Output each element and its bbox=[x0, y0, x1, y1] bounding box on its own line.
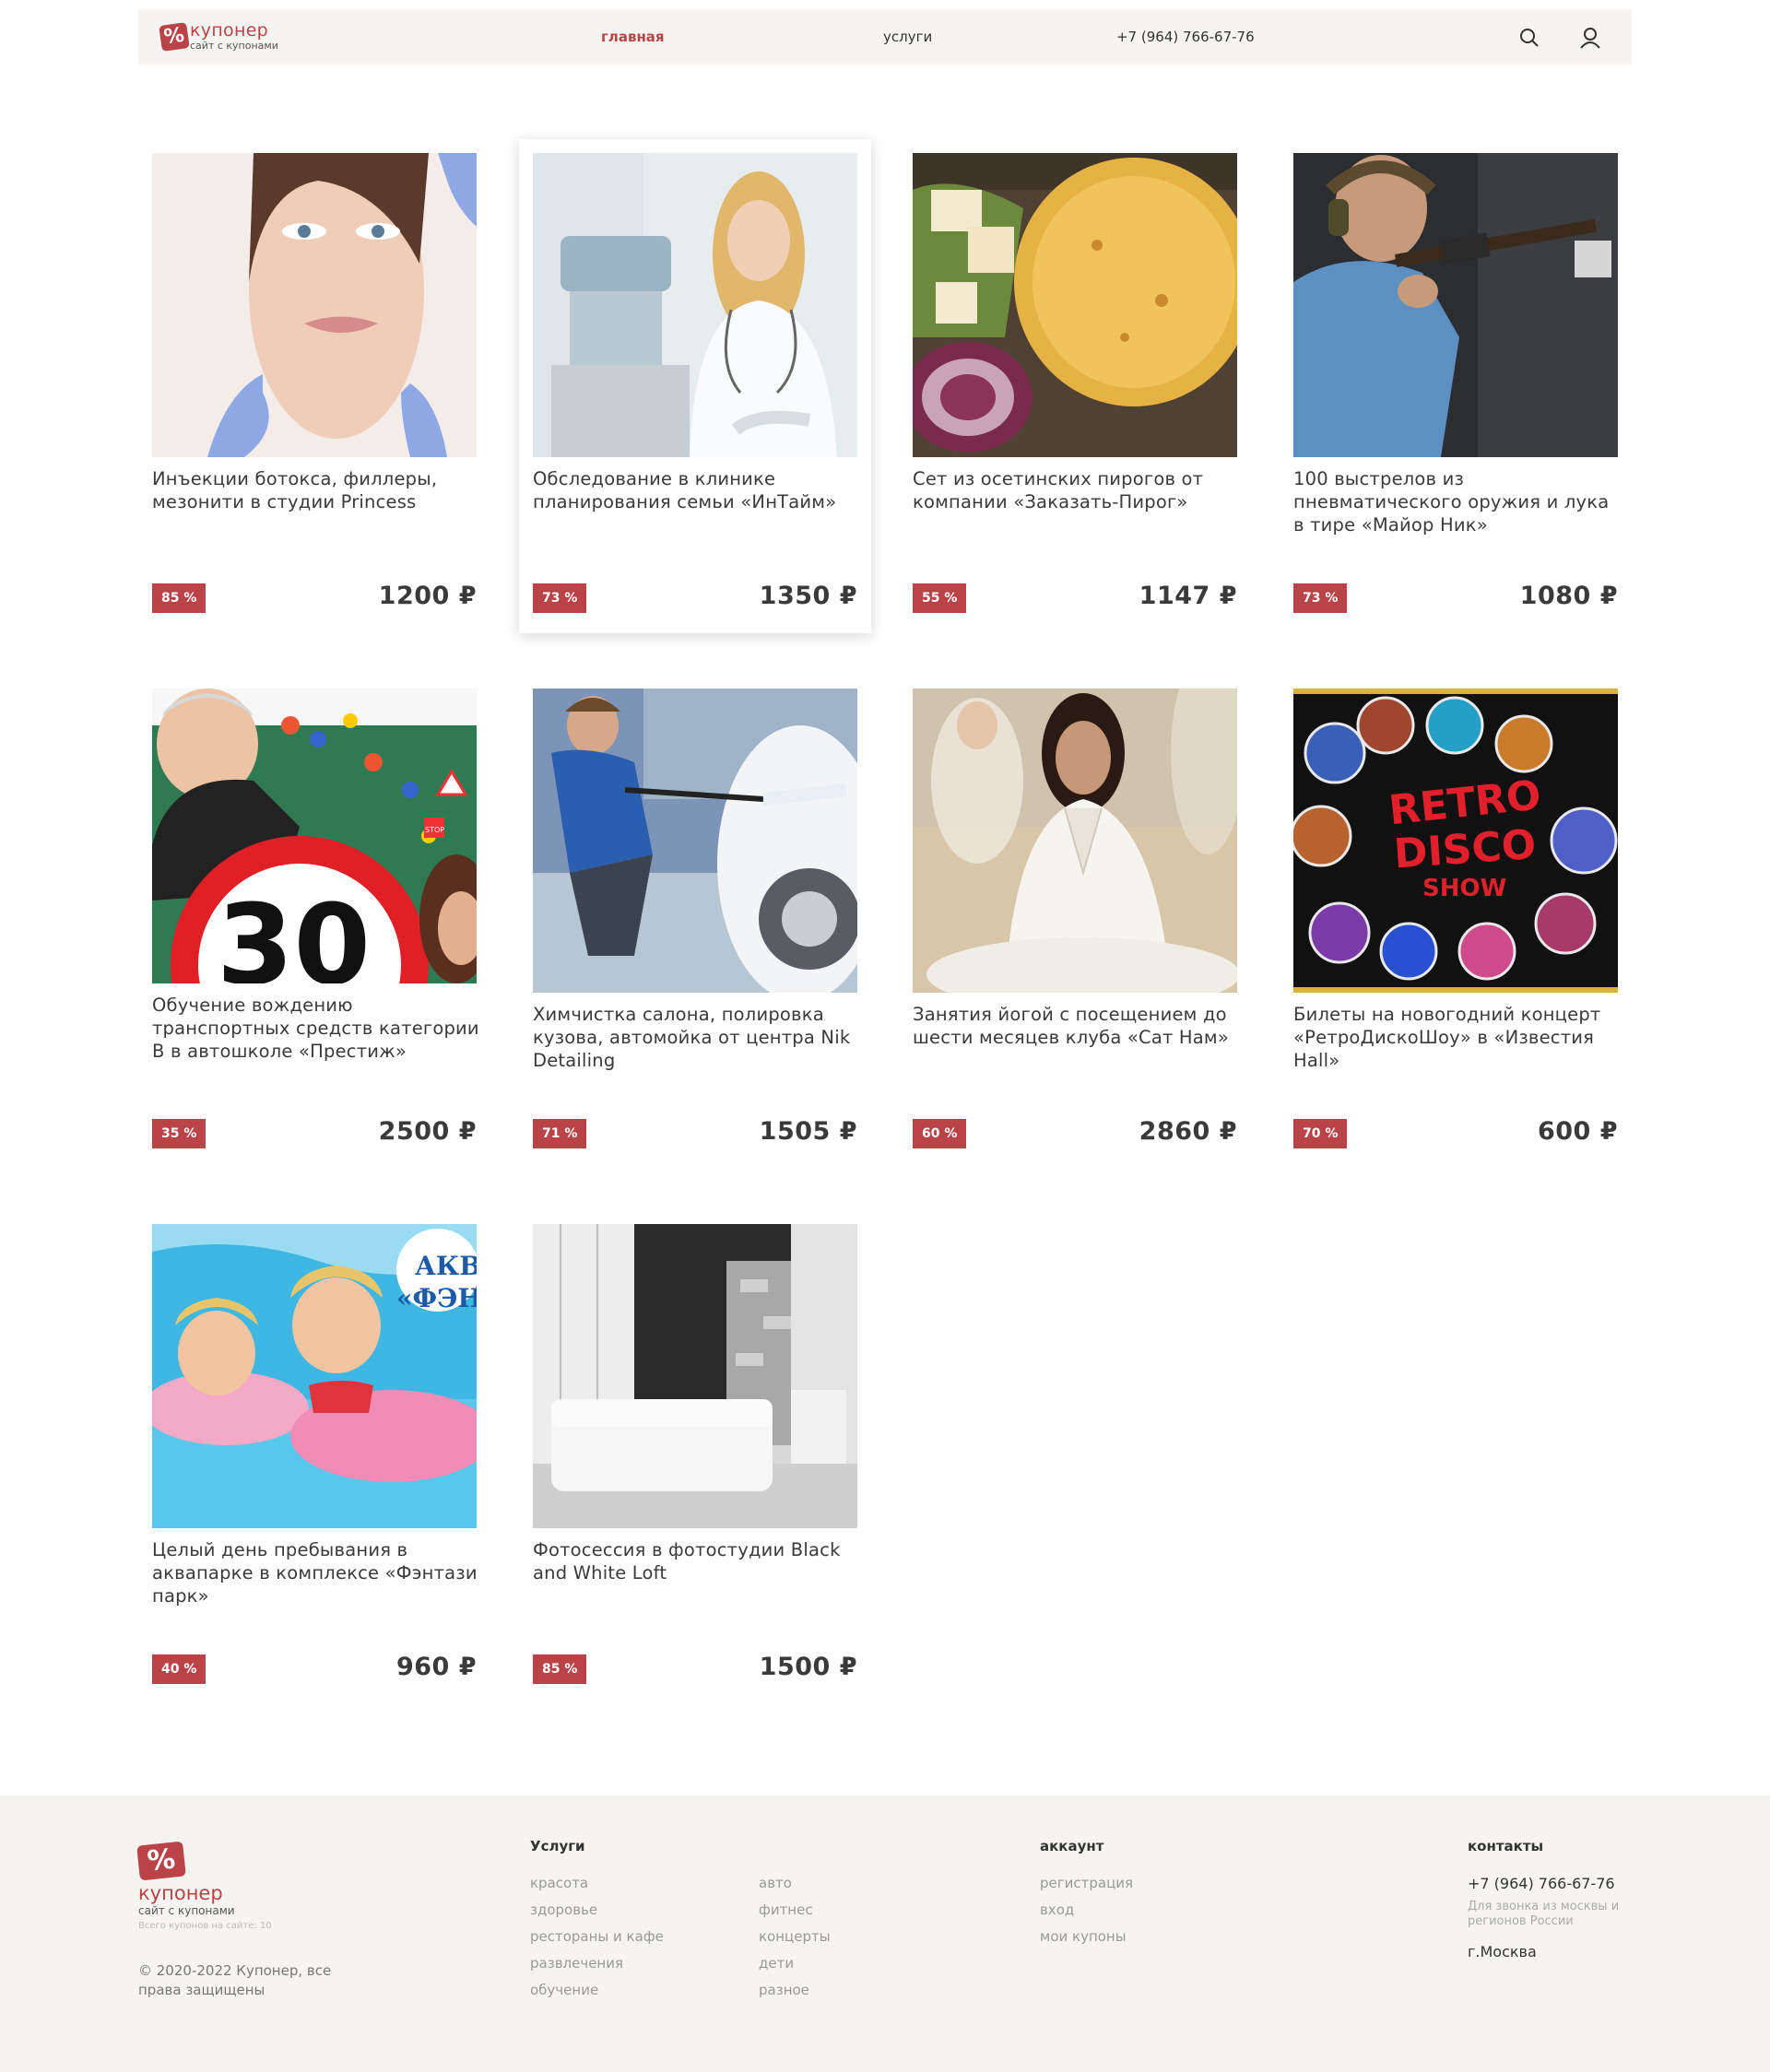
coupon-price: 1147 ₽ bbox=[1139, 582, 1237, 610]
nav-services[interactable]: услуги bbox=[883, 29, 932, 45]
footer-link-education[interactable]: обучение bbox=[530, 1982, 598, 1998]
footer-link-restaurants[interactable]: рестораны и кафе bbox=[530, 1928, 664, 1945]
coupon-price: 600 ₽ bbox=[1537, 1117, 1618, 1146]
coupon-card[interactable]: RETRO DISCO SHOW Билеты на новогодний ко… bbox=[1280, 675, 1632, 1169]
coupon-title[interactable]: Фотосессия в фотостудии Black and White … bbox=[533, 1538, 861, 1584]
footer-link-health[interactable]: здоровье bbox=[530, 1901, 597, 1918]
footer-link-concerts[interactable]: концерты bbox=[759, 1928, 831, 1945]
coupon-title[interactable]: Сет из осетинских пирогов от компании «З… bbox=[913, 467, 1241, 513]
coupon-image[interactable] bbox=[152, 153, 477, 457]
discount-badge: 35 % bbox=[152, 1119, 206, 1148]
coupon-price: 1500 ₽ bbox=[759, 1653, 857, 1681]
coupon-title[interactable]: Инъекции ботокса, филлеры, мезонити в ст… bbox=[152, 467, 480, 513]
discount-badge: 40 % bbox=[152, 1654, 206, 1684]
coupon-price: 1080 ₽ bbox=[1519, 582, 1618, 610]
coupon-price: 1350 ₽ bbox=[759, 582, 857, 610]
logo-tagline: сайт с купонами bbox=[190, 40, 278, 52]
logo[interactable]: % купонер сайт с купонами bbox=[159, 20, 278, 52]
discount-badge: 85 % bbox=[533, 1654, 587, 1684]
coupon-card[interactable]: Сет из осетинских пирогов от компании «З… bbox=[899, 139, 1251, 633]
coupon-card[interactable]: Инъекции ботокса, филлеры, мезонити в ст… bbox=[138, 139, 490, 633]
coupon-card[interactable]: Занятия йогой с посещением до шести меся… bbox=[899, 675, 1251, 1169]
coupon-title[interactable]: Обследование в клинике планирования семь… bbox=[533, 467, 861, 513]
footer-link-login[interactable]: вход bbox=[1040, 1901, 1074, 1918]
discount-badge: 73 % bbox=[1293, 583, 1348, 613]
coupon-price: 2860 ₽ bbox=[1139, 1117, 1237, 1146]
coupon-image[interactable] bbox=[533, 1224, 857, 1528]
stop-sign-text: STOP bbox=[425, 826, 444, 834]
coupon-image[interactable] bbox=[913, 153, 1237, 457]
coupon-image[interactable] bbox=[533, 689, 857, 993]
footer-link-entertainment[interactable]: развлечения bbox=[530, 1955, 623, 1972]
coupon-price: 1200 ₽ bbox=[378, 582, 477, 610]
coupon-image[interactable]: АКВА «ФЭН bbox=[152, 1224, 477, 1528]
discount-badge: 85 % bbox=[152, 583, 206, 613]
discount-badge: 60 % bbox=[913, 1119, 967, 1148]
coupon-image[interactable]: RETRO DISCO SHOW bbox=[1293, 689, 1618, 993]
footer-contacts-heading: контакты bbox=[1468, 1838, 1544, 1854]
user-icon[interactable] bbox=[1578, 26, 1602, 50]
footer-logo[interactable]: % купонер сайт с купонами bbox=[136, 1841, 235, 1917]
coupon-title[interactable]: Целый день пребывания в аквапарке в комп… bbox=[152, 1538, 480, 1607]
site-footer: % купонер сайт с купонами Всего купонов … bbox=[0, 1795, 1770, 2072]
footer-city: г.Москва bbox=[1468, 1943, 1537, 1960]
coupon-card[interactable]: АКВА «ФЭН Целый день пребывания в аквапа… bbox=[138, 1210, 490, 1704]
discount-badge: 73 % bbox=[533, 583, 587, 613]
coupon-card[interactable]: Химчистка салона, полировка кузова, авто… bbox=[519, 675, 871, 1169]
coupon-title[interactable]: Занятия йогой с посещением до шести меся… bbox=[913, 1003, 1241, 1049]
coupon-card[interactable]: STOP 30 Обучение вождению транспортных с… bbox=[138, 675, 490, 1169]
coupon-title[interactable]: 100 выстрелов из пневматического оружия … bbox=[1293, 467, 1622, 536]
speed-sign-text: 30 bbox=[217, 882, 371, 983]
footer-link-kids[interactable]: дети bbox=[759, 1955, 794, 1972]
footer-account-heading: аккаунт bbox=[1040, 1838, 1104, 1854]
footer-phone-note: Для звонка из москвы и регионов России bbox=[1468, 1900, 1620, 1928]
footer-link-other[interactable]: разное bbox=[759, 1982, 809, 1998]
search-icon[interactable] bbox=[1517, 26, 1541, 50]
nav-home[interactable]: главная bbox=[601, 29, 665, 45]
footer-link-register[interactable]: регистрация bbox=[1040, 1875, 1133, 1891]
coupon-card[interactable]: Фотосессия в фотостудии Black and White … bbox=[519, 1210, 871, 1704]
coupon-price: 2500 ₽ bbox=[378, 1117, 477, 1146]
fantasy-text: «ФЭН bbox=[396, 1283, 477, 1313]
footer-logo-mark: % bbox=[136, 1841, 186, 1881]
footer-link-my-coupons[interactable]: мои купоны bbox=[1040, 1928, 1127, 1945]
footer-link-auto[interactable]: авто bbox=[759, 1875, 792, 1891]
site-header: % купонер сайт с купонами главная услуги… bbox=[138, 9, 1632, 65]
coupon-title[interactable]: Обучение вождению транспортных средств к… bbox=[152, 994, 480, 1063]
show-text: SHOW bbox=[1422, 875, 1506, 902]
footer-link-fitness[interactable]: фитнес bbox=[759, 1901, 813, 1918]
coupon-image[interactable]: STOP 30 bbox=[152, 689, 477, 983]
logo-name: купонер bbox=[190, 20, 269, 41]
coupon-image[interactable] bbox=[1293, 153, 1618, 457]
discount-badge: 55 % bbox=[913, 583, 967, 613]
coupon-image[interactable] bbox=[533, 153, 857, 457]
aqua-text: АКВА bbox=[415, 1251, 477, 1281]
discount-badge: 70 % bbox=[1293, 1119, 1348, 1148]
disco-text: DISCO bbox=[1392, 821, 1537, 878]
coupon-card[interactable]: 100 выстрелов из пневматического оружия … bbox=[1280, 139, 1632, 633]
coupon-image[interactable] bbox=[913, 689, 1237, 993]
logo-mark: % bbox=[159, 21, 190, 52]
coupon-title[interactable]: Билеты на новогодний концерт «РетроДиско… bbox=[1293, 1003, 1622, 1072]
coupon-card[interactable]: Обследование в клинике планирования семь… bbox=[519, 139, 871, 633]
footer-services-heading: Услуги bbox=[530, 1838, 585, 1854]
footer-logo-tagline: сайт с купонами bbox=[138, 1904, 235, 1917]
nav-phone[interactable]: +7 (964) 766-67-76 bbox=[1116, 29, 1255, 45]
footer-phone[interactable]: +7 (964) 766-67-76 bbox=[1468, 1875, 1615, 1892]
coupon-price: 1505 ₽ bbox=[759, 1117, 857, 1146]
copyright: © 2020-2022 Купонер, все права защищены bbox=[138, 1962, 332, 1998]
footer-logo-name: купонер bbox=[138, 1882, 223, 1904]
coupon-title[interactable]: Химчистка салона, полировка кузова, авто… bbox=[533, 1003, 861, 1072]
coupon-count: Всего купонов на сайте: 10 bbox=[138, 1921, 272, 1931]
discount-badge: 71 % bbox=[533, 1119, 587, 1148]
footer-link-beauty[interactable]: красота bbox=[530, 1875, 588, 1891]
coupon-price: 960 ₽ bbox=[395, 1653, 477, 1681]
